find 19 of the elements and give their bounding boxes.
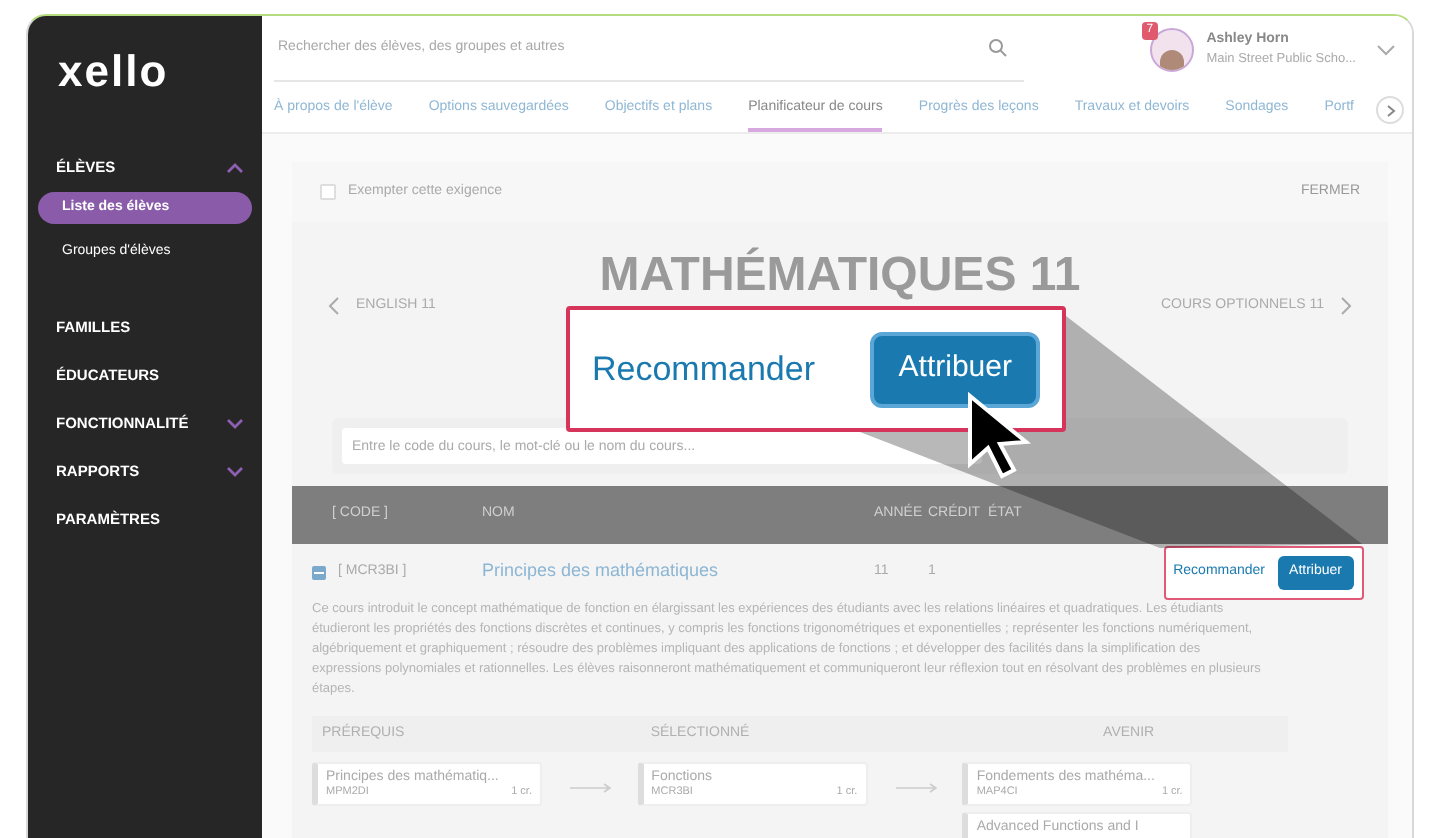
recommend-link[interactable]: Recommander (592, 343, 815, 395)
chevron-right-icon (1385, 103, 1395, 117)
checkbox[interactable] (320, 184, 336, 200)
chevron-down-icon (226, 466, 244, 478)
chevron-up-icon (226, 162, 244, 174)
chevron-left-icon[interactable] (328, 296, 340, 316)
chevron-down-icon (226, 418, 244, 430)
arrow-icon (895, 782, 940, 794)
chevron-down-icon[interactable] (1376, 43, 1396, 55)
search-icon (988, 38, 1008, 58)
assign-button[interactable]: Attribuer (870, 331, 1040, 407)
course-title: MATHÉMATIQUES 11 (599, 250, 1081, 302)
collapse-toggle[interactable] (312, 565, 326, 579)
logo: xello (58, 44, 171, 100)
chevron-right-icon[interactable] (1340, 296, 1352, 316)
avatar[interactable] (1150, 27, 1195, 71)
scroll-right-button[interactable] (1376, 96, 1404, 124)
arrow-icon (570, 782, 614, 794)
course-name[interactable]: Principes des mathématiques (482, 558, 874, 586)
